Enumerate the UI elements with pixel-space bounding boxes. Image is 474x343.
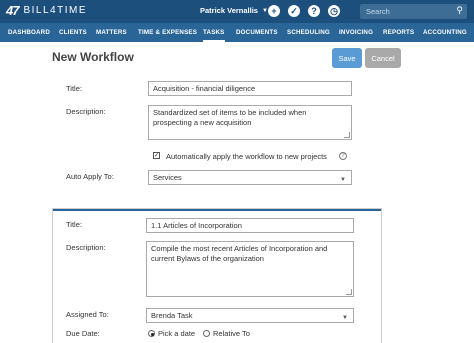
- chevron-down-icon: ▼: [261, 7, 268, 14]
- nav-time-expenses[interactable]: TIME & EXPENSES: [138, 23, 197, 42]
- task-description-textarea[interactable]: Compile the most recent Articles of Inco…: [146, 241, 354, 297]
- task-title-input[interactable]: 1.1 Articles of Incorporation: [146, 218, 354, 233]
- assigned-to-value: Brenda Task: [151, 310, 193, 320]
- task-description-label: Description:: [66, 243, 106, 252]
- workflow-description-label: Description:: [66, 107, 106, 116]
- workflow-description-text: Standardized set of items to be included…: [153, 108, 307, 127]
- auto-apply-checkbox[interactable]: ✓: [153, 152, 160, 159]
- save-button[interactable]: Save: [332, 48, 362, 68]
- add-icon[interactable]: +: [268, 5, 280, 17]
- logo-text: BILL4TIME: [23, 5, 87, 16]
- workflow-title-label: Title:: [66, 84, 82, 93]
- nav-scheduling[interactable]: SCHEDULING: [287, 23, 330, 42]
- workflow-description-textarea[interactable]: Standardized set of items to be included…: [148, 105, 352, 140]
- due-date-label: Due Date:: [66, 329, 100, 338]
- nav-dashboard[interactable]: DASHBOARD: [8, 23, 50, 42]
- user-menu[interactable]: Patrick Vernallis ▼: [200, 6, 268, 15]
- nav-tasks[interactable]: TASKS: [203, 23, 225, 42]
- nav-matters[interactable]: MATTERS: [96, 23, 127, 42]
- user-name: Patrick Vernallis: [200, 6, 258, 15]
- auto-apply-checkbox-label: Automatically apply the workflow to new …: [166, 152, 327, 161]
- logo-mark: 47: [6, 3, 20, 18]
- workflow-title-input[interactable]: Acquisition - financial diligence: [148, 81, 352, 96]
- task-title-label: Title:: [66, 220, 82, 229]
- nav-invoicing[interactable]: INVOICING: [339, 23, 373, 42]
- search-icon[interactable]: ⚲: [456, 5, 463, 16]
- help-icon[interactable]: ?: [308, 5, 320, 17]
- assigned-to-label: Assigned To:: [66, 310, 109, 319]
- auto-apply-to-select[interactable]: Services ▼: [148, 170, 352, 185]
- auto-apply-to-value: Services: [153, 172, 182, 182]
- clock-icon[interactable]: ◷: [328, 5, 340, 17]
- nav-documents[interactable]: DOCUMENTS: [236, 23, 278, 42]
- app-logo[interactable]: 47 BILL4TIME: [6, 3, 87, 18]
- cancel-button[interactable]: Cancel: [365, 48, 401, 68]
- assigned-to-select[interactable]: Brenda Task ▼: [146, 308, 354, 323]
- auto-apply-to-label: Auto Apply To:: [66, 172, 114, 181]
- task-description-text: Compile the most recent Articles of Inco…: [151, 244, 328, 263]
- due-pick-date-radio[interactable]: [148, 330, 155, 337]
- help-icon[interactable]: ?: [339, 152, 347, 160]
- nav-clients[interactable]: CLIENTS: [59, 23, 87, 42]
- due-relative-label: Relative To: [213, 329, 250, 338]
- nav-accounting[interactable]: ACCOUNTING: [423, 23, 467, 42]
- due-pick-date-label: Pick a date: [158, 329, 196, 338]
- main-nav: DASHBOARD CLIENTS MATTERS TIME & EXPENSE…: [0, 23, 474, 42]
- search-input[interactable]: Search ⚲: [360, 4, 467, 19]
- top-bar: 47 BILL4TIME Patrick Vernallis ▼ + ✓ ? ◷…: [0, 0, 474, 23]
- resize-handle-icon[interactable]: [346, 289, 352, 295]
- chevron-down-icon: ▼: [340, 177, 346, 183]
- due-relative-radio[interactable]: [203, 330, 210, 337]
- nav-reports[interactable]: REPORTS: [383, 23, 414, 42]
- chevron-down-icon: ▼: [342, 315, 348, 321]
- search-placeholder: Search: [366, 7, 390, 16]
- page-title: New Workflow: [52, 50, 134, 64]
- resize-handle-icon[interactable]: [344, 132, 350, 138]
- check-icon[interactable]: ✓: [288, 5, 300, 17]
